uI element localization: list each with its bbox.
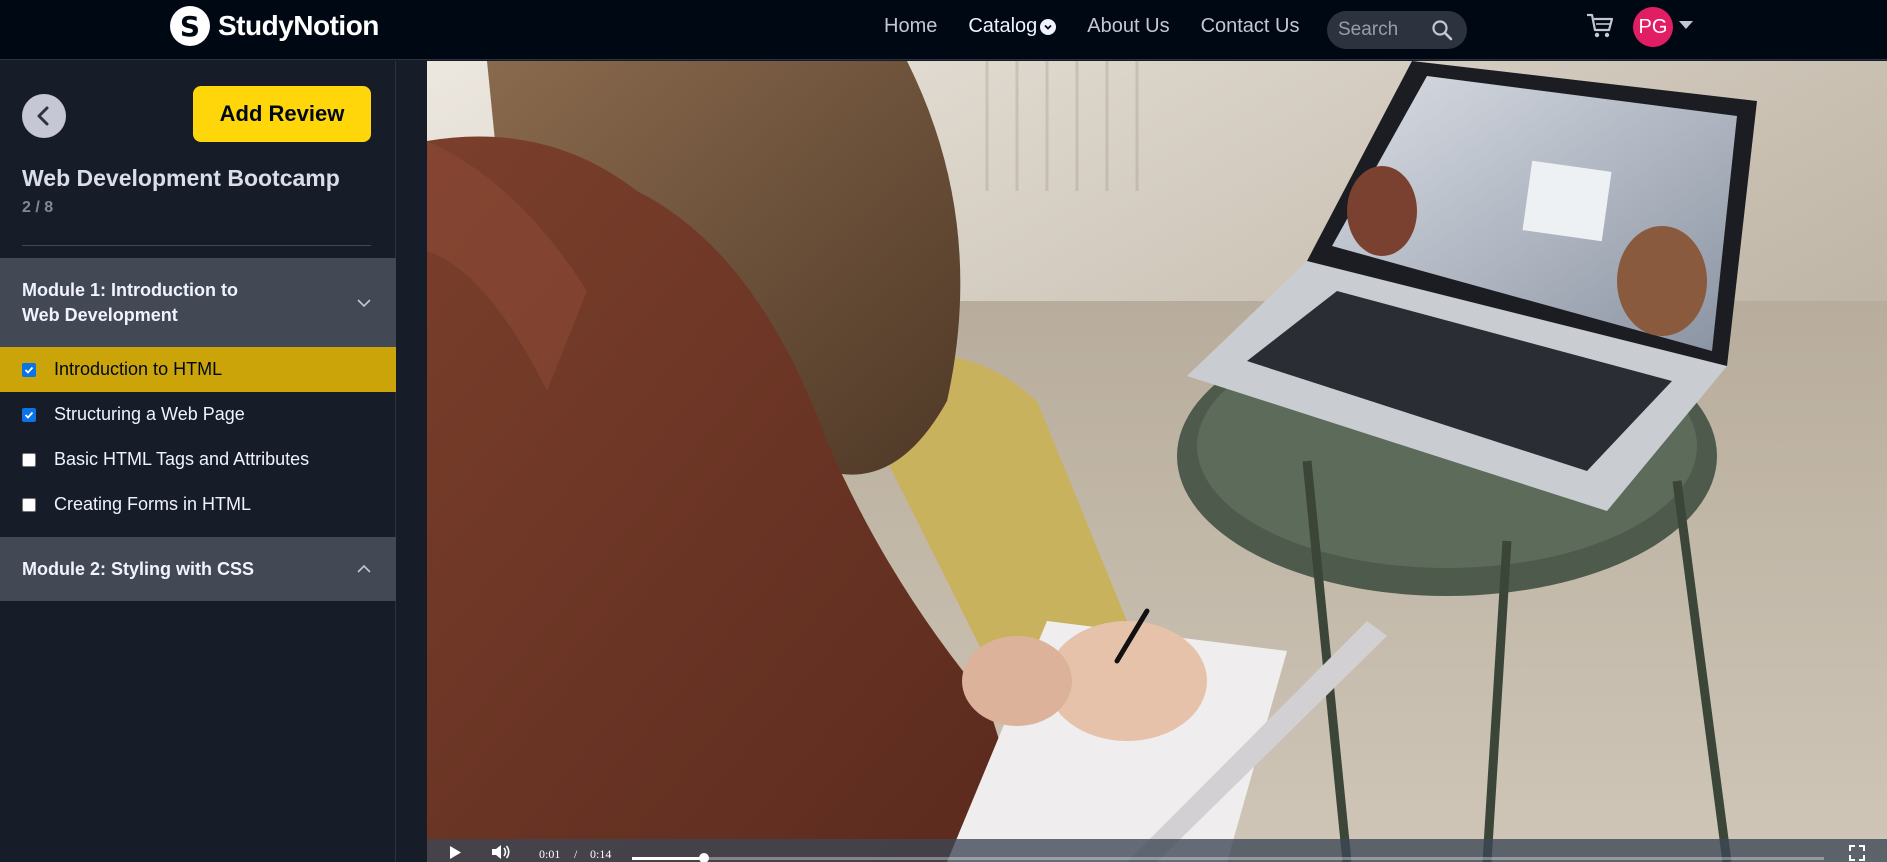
volume-icon[interactable]	[491, 844, 511, 862]
fullscreen-icon[interactable]	[1849, 845, 1865, 862]
chevron-down-icon	[357, 298, 371, 307]
cart-icon[interactable]	[1585, 12, 1615, 45]
module-title-line1: Module 1: Introduction to	[22, 279, 238, 300]
module-title-line2: Web Development	[22, 304, 178, 325]
lecture-label: Introduction to HTML	[54, 359, 223, 379]
course-title: Web Development Bootcamp	[22, 165, 340, 191]
duration: 0:14	[590, 847, 612, 861]
lecture-item[interactable]: Basic HTML Tags and Attributes	[0, 437, 396, 482]
lecture-item[interactable]: Creating Forms in HTML	[0, 482, 396, 527]
logo[interactable]: S StudyNotion	[170, 6, 379, 46]
module-header-1[interactable]: Module 1: Introduction to Web Developmen…	[0, 258, 396, 347]
time-separator: /	[574, 847, 578, 861]
module-header-2[interactable]: Module 2: Styling with CSS	[0, 537, 396, 601]
progress-thumb[interactable]	[698, 853, 709, 862]
search-icon[interactable]	[1431, 19, 1453, 46]
chevron-up-icon	[357, 564, 371, 573]
nav-link-home[interactable]: Home	[884, 15, 937, 38]
nav-links: Home Catalog About Us Contact Us	[884, 15, 1300, 38]
divider	[22, 245, 371, 246]
lecture-item[interactable]: Structuring a Web Page	[0, 392, 396, 437]
nav-link-catalog-label: Catalog	[968, 15, 1038, 37]
checkbox[interactable]	[22, 497, 36, 512]
lecture-label: Basic HTML Tags and Attributes	[54, 449, 310, 469]
nav-link-about[interactable]: About Us	[1087, 15, 1169, 38]
caret-down-icon[interactable]	[1679, 21, 1693, 29]
checkbox[interactable]	[22, 452, 36, 467]
checkbox[interactable]	[22, 362, 36, 377]
play-icon[interactable]	[449, 846, 461, 862]
back-button[interactable]	[22, 94, 66, 138]
checkbox[interactable]	[22, 407, 36, 422]
chevron-left-icon	[37, 106, 49, 126]
logo-mark: S	[170, 6, 210, 46]
current-time: 0:01	[539, 847, 561, 861]
lecture-item[interactable]: Introduction to HTML	[0, 347, 396, 392]
lecture-label: Structuring a Web Page	[54, 404, 245, 424]
module-title: Module 1: Introduction to Web Developmen…	[22, 278, 238, 328]
module-title: Module 2: Styling with CSS	[22, 558, 255, 579]
top-navbar: S StudyNotion Home Catalog About Us Cont…	[0, 0, 1887, 60]
progress-fill	[632, 857, 704, 860]
logo-text: StudyNotion	[218, 10, 379, 41]
search-box	[1327, 11, 1467, 49]
video-progress-bar[interactable]	[632, 853, 1824, 862]
add-review-button[interactable]: Add Review	[193, 86, 371, 142]
video-player[interactable]: 0:01 / 0:14	[427, 61, 1887, 862]
nav-link-contact[interactable]: Contact Us	[1201, 15, 1300, 38]
avatar[interactable]: PG	[1633, 7, 1673, 47]
course-sidebar: Add Review Web Development Bootcamp 2 / …	[0, 61, 396, 862]
course-progress: 2 / 8	[22, 199, 54, 216]
chevron-down-icon	[1040, 18, 1057, 35]
search-input[interactable]	[1338, 19, 1428, 41]
lecture-label: Creating Forms in HTML	[54, 494, 252, 514]
video-frame	[427, 61, 1887, 862]
nav-link-catalog[interactable]: Catalog	[968, 15, 1057, 38]
